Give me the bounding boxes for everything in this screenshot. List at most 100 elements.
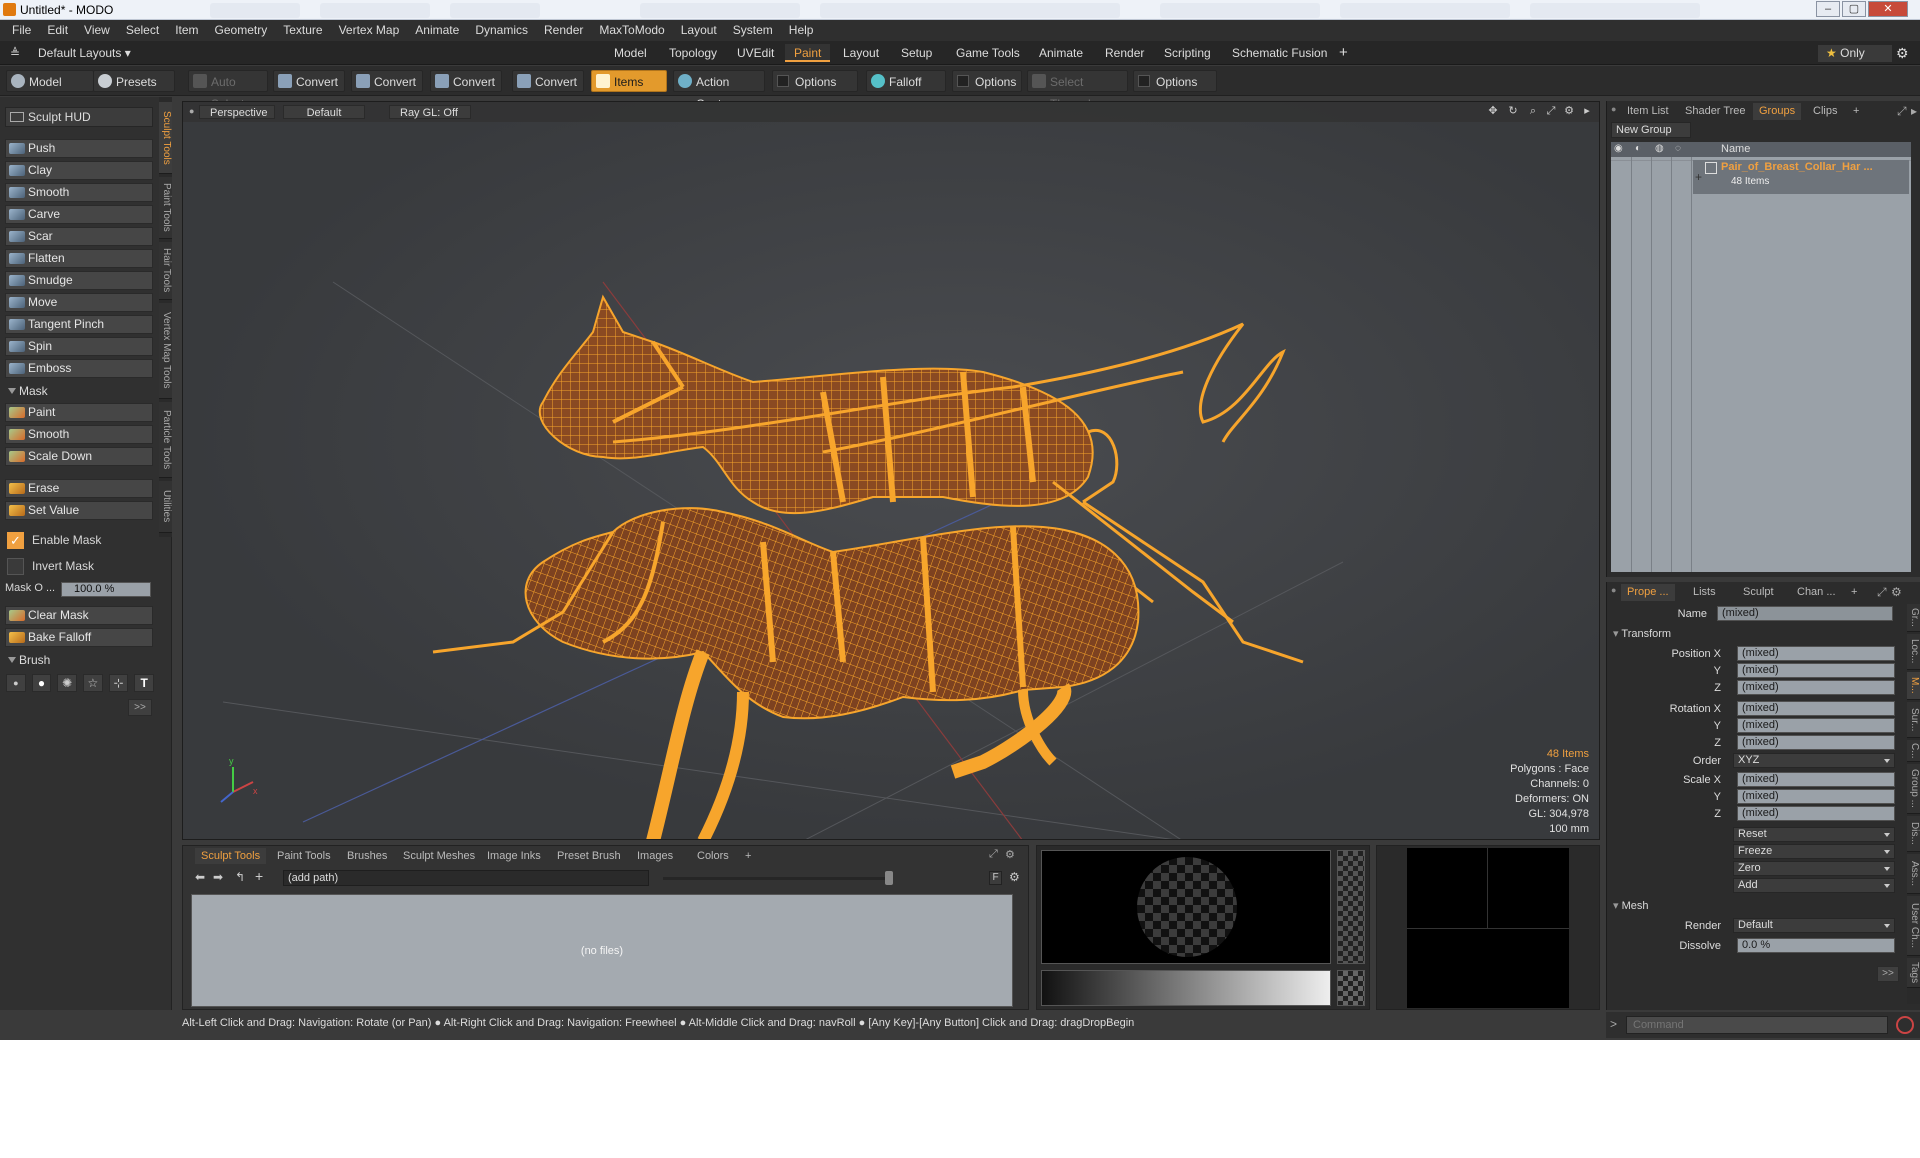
- presets-button[interactable]: Presets F6: [93, 70, 175, 111]
- forward-arrow-icon[interactable]: ➡: [213, 870, 223, 884]
- render-icon[interactable]: ◐: [1635, 143, 1641, 154]
- record-icon[interactable]: [1896, 1016, 1914, 1034]
- clay-tool-button[interactable]: Clay: [5, 161, 153, 180]
- text-brush-icon[interactable]: T: [134, 674, 155, 692]
- tab-sculpt-tools[interactable]: Sculpt Tools: [195, 848, 267, 864]
- tab-render[interactable]: Render: [1096, 44, 1153, 62]
- file-list-area[interactable]: (no files): [191, 894, 1013, 1007]
- select-through-options-button[interactable]: Options: [1133, 70, 1217, 92]
- emboss-tool-button[interactable]: Emboss: [5, 359, 153, 378]
- vtab-group[interactable]: Gr...: [1907, 604, 1920, 632]
- vtab-display[interactable]: Dis...: [1907, 816, 1920, 852]
- menu-maxtomodo[interactable]: MaxToModo: [591, 20, 672, 41]
- tab-preset-brush[interactable]: Preset Brush: [551, 848, 627, 864]
- tab-channels[interactable]: Chan ...: [1791, 584, 1842, 601]
- position-y-field[interactable]: (mixed): [1737, 663, 1895, 678]
- action-center-options-button[interactable]: Options: [772, 70, 858, 92]
- falloff-options-button[interactable]: Options: [952, 70, 1022, 92]
- invert-mask-toggle[interactable]: Invert Mask: [5, 556, 153, 576]
- procedural-brush-icon[interactable]: ⊹: [108, 674, 129, 692]
- vtab-utilities[interactable]: Utilities: [159, 481, 172, 533]
- zero-dropdown[interactable]: Zero: [1733, 861, 1895, 876]
- vtab-particle-tools[interactable]: Particle Tools: [159, 402, 172, 478]
- mask-erase-button[interactable]: Erase: [5, 479, 153, 498]
- vtab-mesh[interactable]: M...: [1907, 672, 1920, 700]
- menu-render[interactable]: Render: [536, 20, 591, 41]
- menu-texture[interactable]: Texture: [275, 20, 330, 41]
- command-input[interactable]: [1626, 1016, 1888, 1034]
- bake-falloff-button[interactable]: Bake Falloff: [5, 628, 153, 647]
- action-center-button[interactable]: Action Center: [673, 70, 765, 111]
- maximize-button[interactable]: ▢: [1842, 1, 1866, 17]
- vtab-group-props[interactable]: Group ...: [1907, 764, 1920, 814]
- push-tool-button[interactable]: Push: [5, 139, 153, 158]
- browser-settings-gear-icon[interactable]: ⚙: [1009, 870, 1020, 884]
- reset-dropdown[interactable]: Reset: [1733, 827, 1895, 842]
- menu-dynamics[interactable]: Dynamics: [467, 20, 536, 41]
- mask-smooth-button[interactable]: Smooth: [5, 425, 153, 444]
- convert-vertices-button[interactable]: Convert: [273, 70, 345, 92]
- carve-tool-button[interactable]: Carve: [5, 205, 153, 224]
- vtab-vertex-map-tools[interactable]: Vertex Map Tools: [159, 303, 172, 399]
- order-dropdown[interactable]: XYZ: [1733, 753, 1895, 768]
- 3d-viewport[interactable]: ● Perspective Default Ray GL: Off ✥ ↻ ⌕ …: [182, 101, 1600, 840]
- group-row[interactable]: + Pair_of_Breast_Collar_Har ... 48 Items: [1693, 160, 1909, 194]
- items-mode-button[interactable]: Items: [591, 70, 667, 92]
- mesh-section-header[interactable]: ▾ Mesh: [1613, 898, 1813, 914]
- dissolve-field[interactable]: 0.0 %: [1737, 938, 1895, 953]
- menu-system[interactable]: System: [725, 20, 781, 41]
- tab-images[interactable]: Images: [631, 848, 679, 864]
- menu-help[interactable]: Help: [781, 20, 822, 41]
- slider-handle[interactable]: [885, 871, 893, 885]
- filter-button[interactable]: F: [989, 871, 1002, 885]
- flatten-tool-button[interactable]: Flatten: [5, 249, 153, 268]
- falloff-button[interactable]: Falloff: [866, 70, 946, 92]
- menu-geometry[interactable]: Geometry: [207, 20, 276, 41]
- menu-select[interactable]: Select: [118, 20, 167, 41]
- parent-dir-icon[interactable]: ↰: [235, 870, 245, 884]
- tab-properties[interactable]: Prope ...: [1621, 584, 1675, 601]
- tab-clips[interactable]: Clips: [1807, 103, 1843, 120]
- menu-vertex-map[interactable]: Vertex Map: [331, 20, 408, 41]
- new-group-button[interactable]: New Group: [1611, 122, 1691, 138]
- tab-schematic-fusion[interactable]: Schematic Fusion: [1223, 44, 1336, 62]
- smudge-tool-button[interactable]: Smudge: [5, 271, 153, 290]
- mask-set-value-button[interactable]: Set Value: [5, 501, 153, 520]
- soft-brush-icon[interactable]: ●: [6, 674, 26, 692]
- tab-layout[interactable]: Layout: [834, 44, 888, 62]
- add-path-icon[interactable]: +: [255, 868, 263, 884]
- eye-icon[interactable]: ◉: [1614, 143, 1623, 154]
- panel-gear-icon[interactable]: ⚙: [1891, 585, 1902, 599]
- scale-x-field[interactable]: (mixed): [1737, 772, 1895, 787]
- expand-panel-icon[interactable]: ⤢: [1877, 585, 1887, 600]
- splat-brush-icon[interactable]: ✺: [57, 674, 78, 692]
- mask-opacity-field[interactable]: 100.0 %: [61, 582, 151, 597]
- tab-sculpt[interactable]: Sculpt: [1737, 584, 1780, 601]
- brush-section-header[interactable]: Brush: [5, 652, 153, 669]
- more-brushes-button[interactable]: >>: [128, 699, 152, 716]
- tab-paint-tools[interactable]: Paint Tools: [271, 848, 337, 864]
- expand-panel-icon[interactable]: ⤢: [1897, 104, 1907, 119]
- panel-arrow-icon[interactable]: ▸: [1911, 104, 1917, 118]
- vtab-paint-tools[interactable]: Paint Tools: [159, 177, 172, 239]
- tangent-pinch-tool-button[interactable]: Tangent Pinch: [5, 315, 153, 334]
- layout-menu-icon[interactable]: ≜: [10, 46, 20, 60]
- freeze-dropdown[interactable]: Freeze: [1733, 844, 1895, 859]
- vtab-channels[interactable]: C...: [1907, 740, 1920, 762]
- gear-icon[interactable]: ⚙: [1896, 45, 1909, 62]
- tab-topology[interactable]: Topology: [660, 44, 726, 62]
- render-dropdown[interactable]: Default: [1733, 918, 1895, 933]
- vtab-surface[interactable]: Sur...: [1907, 702, 1920, 738]
- options-checkbox[interactable]: [777, 75, 789, 87]
- star-brush-icon[interactable]: ☆: [83, 674, 103, 692]
- convert-edges-button[interactable]: Convert: [351, 70, 423, 92]
- tab-game-tools[interactable]: Game Tools: [947, 44, 1029, 62]
- panel-menu-icon[interactable]: ●: [1611, 104, 1616, 114]
- tab-sculpt-meshes[interactable]: Sculpt Meshes: [397, 848, 481, 864]
- vtab-hair-tools[interactable]: Hair Tools: [159, 242, 172, 300]
- tab-paint[interactable]: Paint: [785, 44, 831, 62]
- select-through-button[interactable]: Select Through: [1027, 70, 1128, 111]
- clear-mask-button[interactable]: Clear Mask: [5, 606, 153, 625]
- mask-scale-down-button[interactable]: Scale Down: [5, 447, 153, 466]
- vtab-user-channels[interactable]: User Ch...: [1907, 896, 1920, 956]
